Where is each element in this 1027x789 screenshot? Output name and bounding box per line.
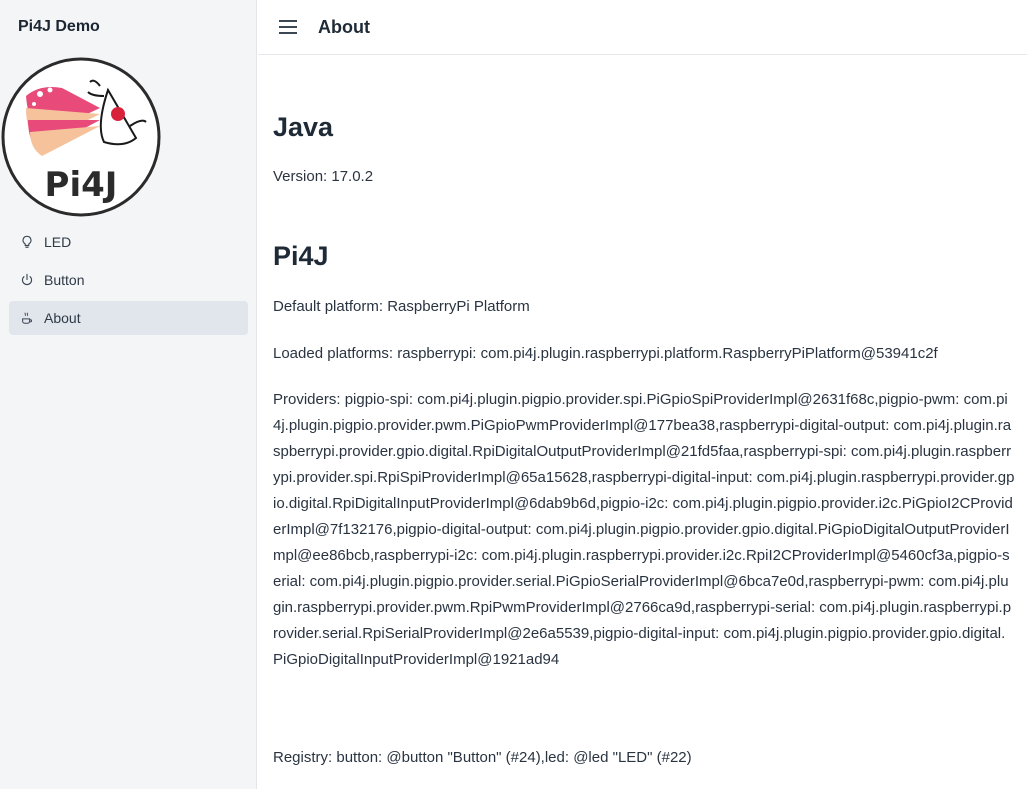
about-content: Java Version: 17.0.2 Pi4J Default platfo…	[273, 56, 1018, 789]
sidebar-item-about[interactable]: About	[9, 301, 248, 335]
java-version-text: Version: 17.0.2	[273, 168, 374, 185]
sidebar: Pi4J Demo Pi4J LED Button About	[0, 0, 257, 789]
providers-text: Providers: pigpio-spi: com.pi4j.plugin.p…	[273, 391, 1015, 668]
lightbulb-icon	[19, 234, 35, 250]
hamburger-menu-icon[interactable]	[278, 17, 298, 37]
page-title: About	[318, 16, 370, 37]
loaded-platforms-text: Loaded platforms: raspberrypi: com.pi4j.…	[273, 345, 938, 362]
sidebar-nav: LED Button About	[9, 225, 248, 339]
java-heading: Java	[273, 112, 334, 142]
pi4j-heading: Pi4J	[273, 241, 329, 271]
sidebar-item-led[interactable]: LED	[9, 225, 248, 259]
sidebar-item-label: LED	[44, 234, 72, 250]
top-bar: About	[258, 0, 1027, 55]
pi4j-logo: Pi4J	[1, 57, 161, 217]
svg-text:Pi4J: Pi4J	[45, 165, 118, 205]
app-title: Pi4J Demo	[18, 18, 100, 35]
sidebar-item-label: About	[44, 310, 81, 326]
sidebar-item-button[interactable]: Button	[9, 263, 248, 297]
coffee-icon	[19, 310, 35, 326]
registry-text: Registry: button: @button "Button" (#24)…	[273, 749, 692, 766]
sidebar-item-label: Button	[44, 272, 85, 288]
power-icon	[19, 272, 35, 288]
default-platform-text: Default platform: RaspberryPi Platform	[273, 298, 530, 315]
